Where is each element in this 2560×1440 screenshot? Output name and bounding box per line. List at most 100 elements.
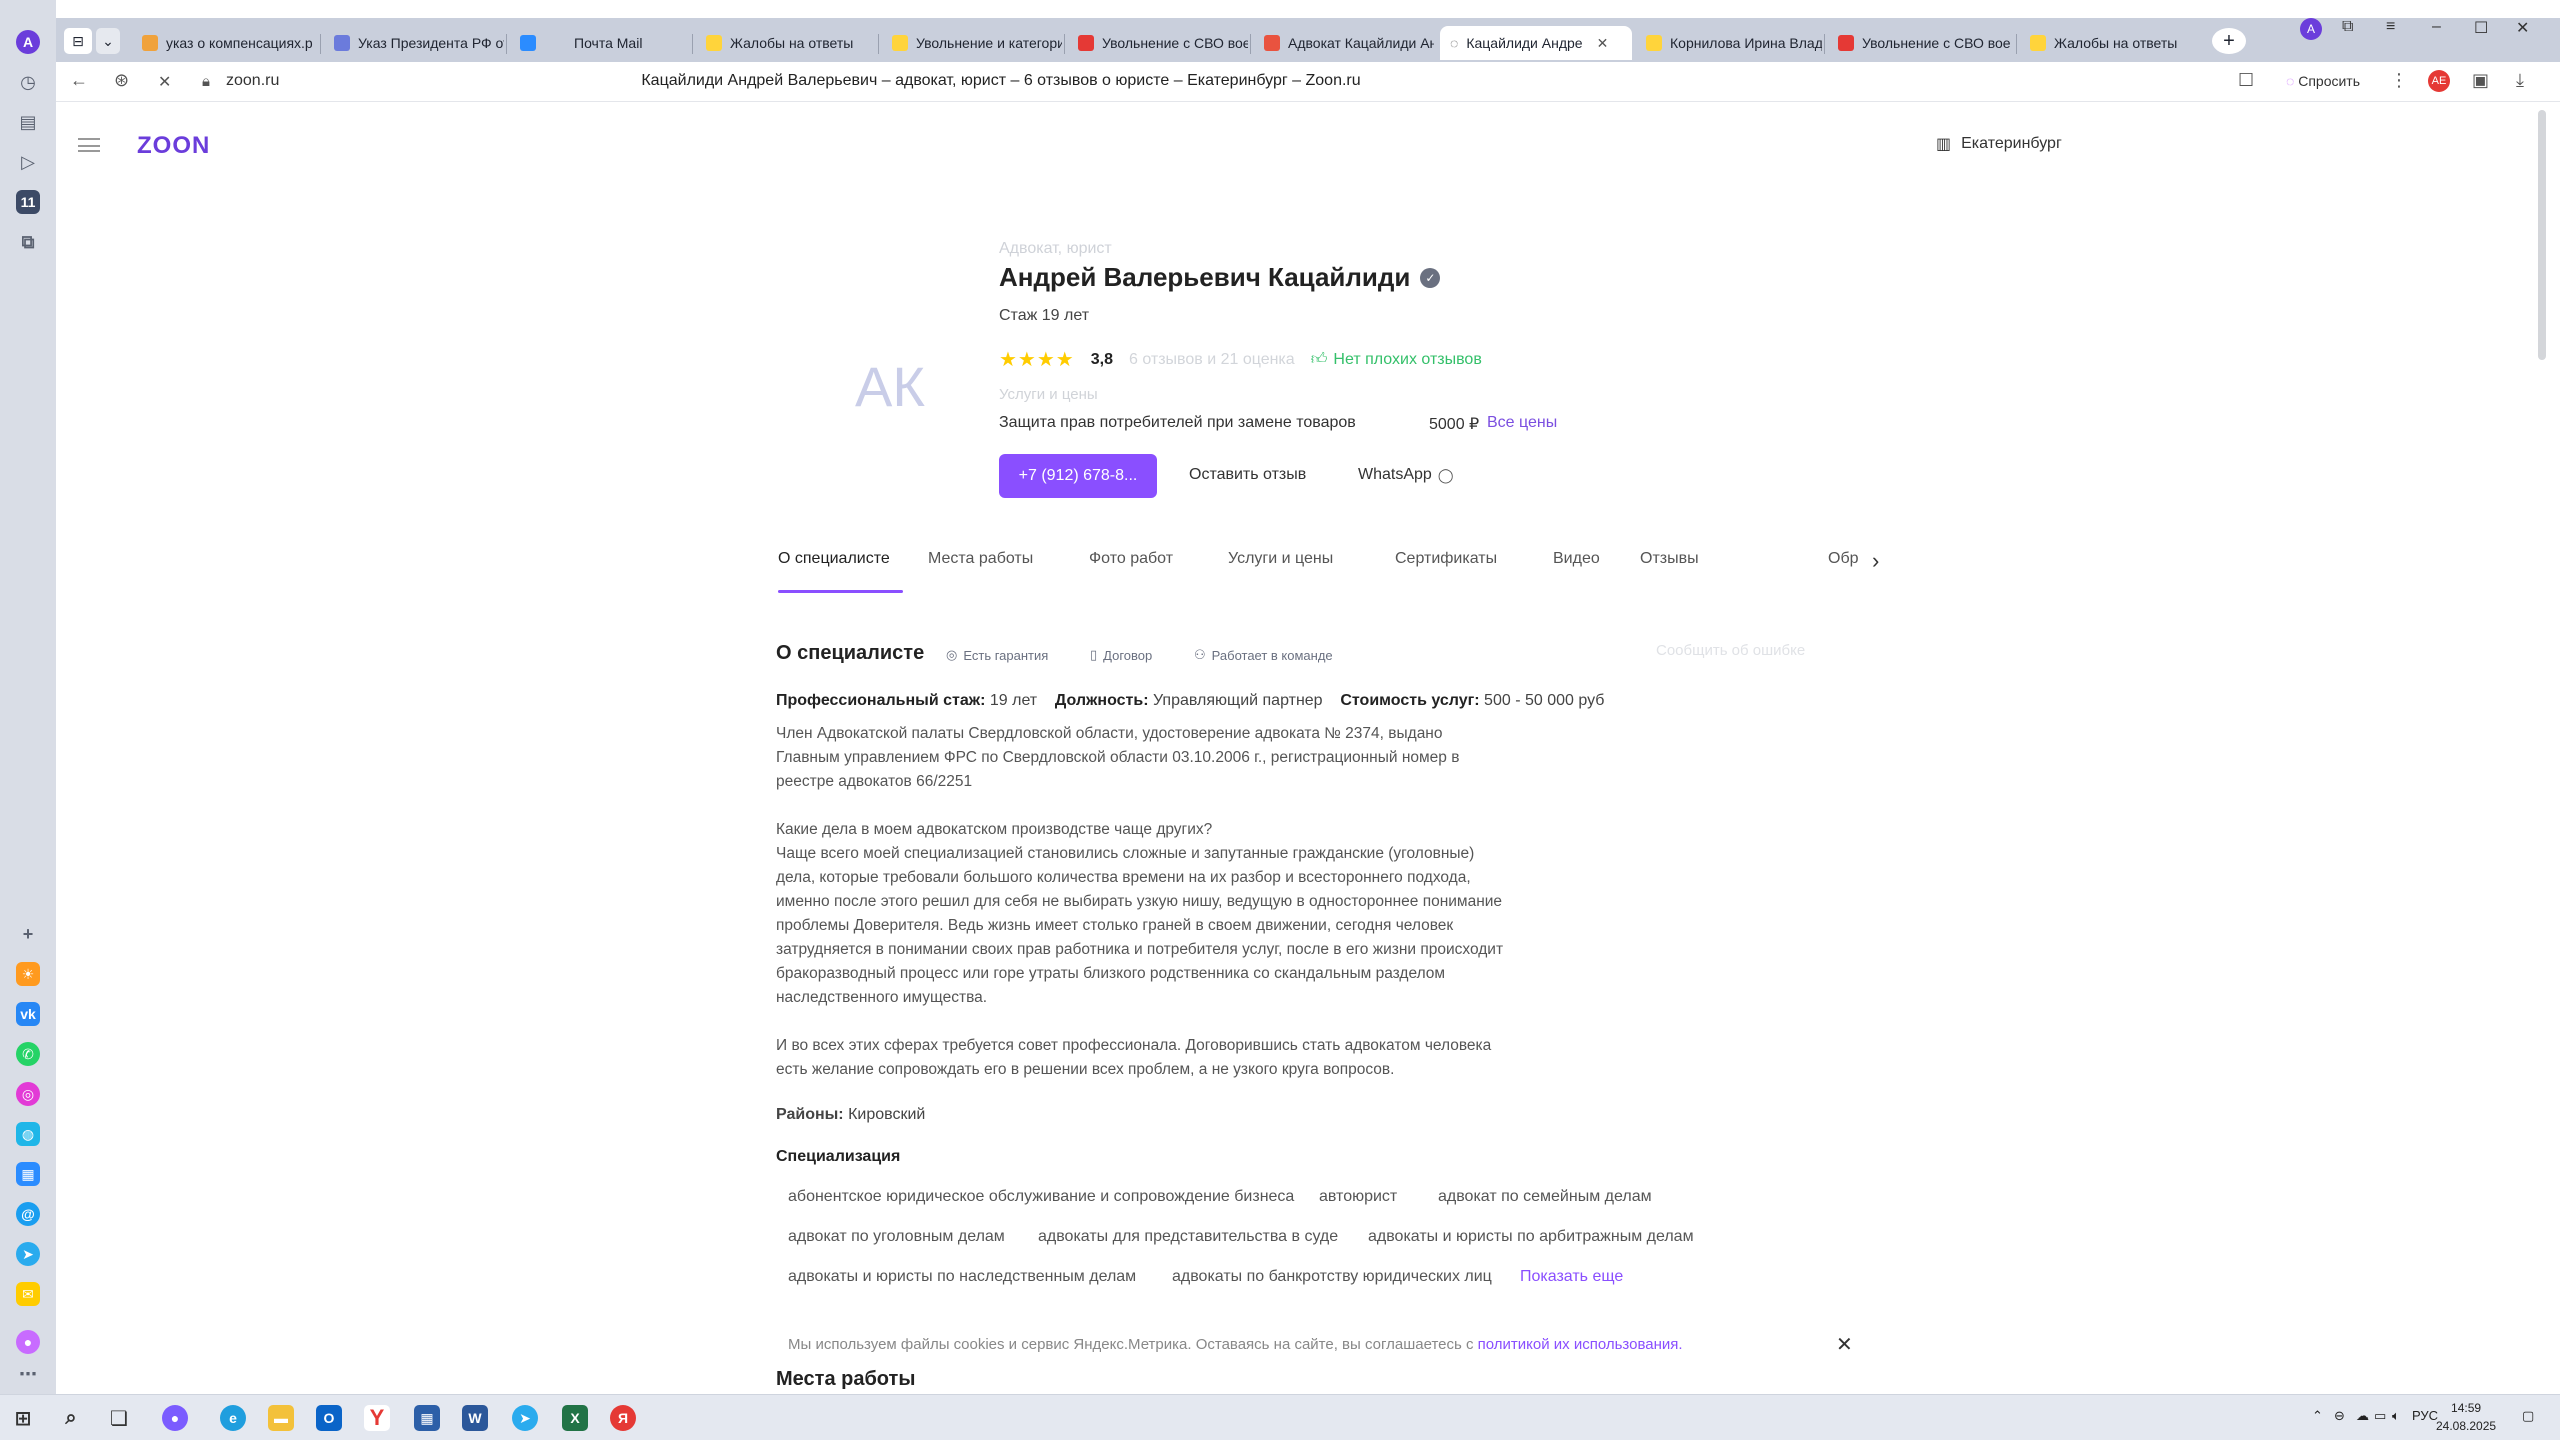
about-paragraph-3: И во всех этих сферах требуется совет пр… — [776, 1037, 1492, 1078]
outlook-icon[interactable]: O — [316, 1405, 342, 1431]
tab-6[interactable]: Увольнение с СВО вое — [1068, 26, 1248, 60]
ask-button[interactable]: ◌ Спросить — [2286, 73, 2360, 89]
info-line: Профессиональный стаж: 19 лет Должность:… — [776, 692, 1605, 709]
close-window-icon[interactable]: ✕ — [2516, 18, 2529, 38]
collections-icon[interactable]: ▤ — [16, 110, 40, 134]
phone-button[interactable]: +7 (912) 678-8... — [999, 454, 1157, 498]
play-icon[interactable]: ▷ — [16, 150, 40, 174]
yandex-icon[interactable]: Я — [610, 1405, 636, 1431]
specialization-tag[interactable]: адвокаты по банкротству юридических лиц — [1160, 1268, 1504, 1286]
tab-certificates[interactable]: Сертификаты — [1395, 550, 1497, 568]
search-icon[interactable]: ⌕ — [58, 1405, 84, 1431]
tab-11[interactable]: Жалобы на ответы — [2020, 26, 2206, 60]
network-icon[interactable]: ▭ — [2374, 1408, 2386, 1424]
calendar-icon[interactable]: 11 — [16, 190, 40, 214]
tab-photos[interactable]: Фото работ — [1089, 550, 1173, 568]
tab-10[interactable]: Увольнение с СВО вое — [1828, 26, 2014, 60]
close-cookie-icon[interactable]: ✕ — [1836, 1332, 1853, 1357]
specialization-tag[interactable]: адвокаты и юристы по арбитражным делам — [1356, 1228, 1706, 1246]
close-tab-icon[interactable]: ✕ — [1597, 35, 1609, 52]
screenshot-icon[interactable]: ⧉ — [16, 230, 40, 254]
tab-active[interactable]: ◌ Кацайлиди Андре ✕ — [1440, 26, 1632, 60]
specialization-tag[interactable]: адвокат по уголовным делам — [776, 1228, 1017, 1246]
history-icon[interactable]: ◷ — [16, 70, 40, 94]
vk-icon[interactable]: vk — [16, 1002, 40, 1026]
page-title-bar: Кацайлиди Андрей Валерьевич – адвокат, ю… — [641, 72, 1361, 89]
specialization-tag[interactable]: адвокаты для представительства в суде — [1026, 1228, 1350, 1246]
profile-avatar-icon[interactable]: A — [16, 30, 40, 54]
excel-icon[interactable]: X — [562, 1405, 588, 1431]
specialization-tag[interactable]: абонентское юридическое обслуживание и с… — [776, 1188, 1306, 1206]
more-icon[interactable]: ⋯ — [16, 1362, 40, 1386]
tab-workplaces[interactable]: Места работы — [928, 550, 1033, 568]
tabs-overview-icon[interactable]: ⊟ — [64, 28, 92, 54]
tab-4[interactable]: Жалобы на ответы — [696, 26, 876, 60]
tab-1[interactable]: указ о компенсациях.р — [132, 26, 318, 60]
specialization-tag[interactable]: адвокаты и юристы по наследственным дела… — [776, 1268, 1148, 1286]
tab-about[interactable]: О специалисте — [778, 550, 890, 568]
extensions-icon[interactable]: ⧉ — [2342, 18, 2353, 36]
tab-5[interactable]: Увольнение и категори — [882, 26, 1062, 60]
weather-app-icon[interactable]: ☀ — [16, 962, 40, 986]
page-scrollbar[interactable] — [2538, 110, 2546, 360]
cloud-icon[interactable]: ☁ — [2356, 1408, 2369, 1424]
show-more-link[interactable]: Показать еще — [1508, 1268, 1635, 1286]
more-vertical-icon[interactable]: ⋮ — [2390, 70, 2408, 91]
minimize-icon[interactable]: – — [2432, 18, 2441, 36]
language-indicator[interactable]: РУС — [2412, 1408, 2438, 1423]
folder-icon[interactable]: ▬ — [268, 1405, 294, 1431]
word-icon[interactable]: W — [462, 1405, 488, 1431]
specialization-tag[interactable]: адвокат по семейным делам — [1426, 1188, 1664, 1206]
tab-reviews[interactable]: Отзывы — [1640, 550, 1699, 568]
whatsapp-icon[interactable]: ✆ — [16, 1042, 40, 1066]
tab-services[interactable]: Услуги и цены — [1228, 550, 1333, 568]
reviews-count-link[interactable]: 6 отзывов и 21 оценка — [1129, 351, 1295, 369]
app-icon[interactable]: ▦ — [414, 1405, 440, 1431]
download-icon[interactable]: ⤓ — [2516, 70, 2524, 91]
tray-app-icon[interactable]: ⊖ — [2334, 1408, 2345, 1424]
report-error-link[interactable]: Сообщить об ошибке — [1656, 642, 1805, 659]
tray-chevron-icon[interactable]: ⌃ — [2312, 1408, 2323, 1424]
add-icon[interactable]: + — [16, 922, 40, 946]
bookmark-icon[interactable]: ☐ — [2238, 70, 2254, 91]
hamburger-menu-icon[interactable] — [78, 138, 100, 152]
account-icon[interactable]: A — [2300, 18, 2322, 40]
start-icon[interactable]: ⊞ — [10, 1405, 36, 1431]
edge-icon[interactable]: e — [220, 1405, 246, 1431]
mail-icon[interactable]: @ — [16, 1202, 40, 1226]
alice-taskbar-icon[interactable]: ● — [162, 1405, 188, 1431]
tab-7[interactable]: Адвокат Кацайлиди Ан — [1254, 26, 1434, 60]
chevron-right-icon[interactable]: › — [1872, 548, 1879, 574]
site-logo[interactable]: ZOON — [137, 132, 210, 160]
maximize-icon[interactable]: ☐ — [2474, 18, 2488, 38]
clock[interactable]: 14:59 24.08.2025 — [2436, 1399, 2496, 1435]
menu-icon[interactable]: ≡ — [2386, 18, 2395, 36]
messenger-icon[interactable]: ◍ — [16, 1122, 40, 1146]
tab-more[interactable]: Обр — [1828, 550, 1859, 568]
tab-9[interactable]: Корнилова Ирина Влад — [1636, 26, 1822, 60]
tab-3[interactable]: Почта Mail — [510, 26, 690, 60]
alice-icon[interactable]: ● — [16, 1330, 40, 1354]
city-selector[interactable]: ▥ Екатеринбург — [1936, 134, 2062, 154]
telegram-taskbar-icon[interactable]: ➤ — [512, 1405, 538, 1431]
whatsapp-button[interactable]: WhatsApp ◯ — [1358, 466, 1453, 484]
new-tab-button[interactable]: + — [2212, 28, 2246, 54]
volume-icon[interactable]: 🔈︎ — [2392, 1408, 2400, 1424]
apps-icon[interactable]: ▦ — [16, 1162, 40, 1186]
extension-badge-icon[interactable]: AE — [2428, 70, 2450, 92]
telegram-icon[interactable]: ➤ — [16, 1242, 40, 1266]
reader-icon[interactable]: ▣ — [2472, 70, 2489, 91]
tab-favicon — [1838, 35, 1854, 51]
yandex-browser-icon[interactable]: Y — [364, 1405, 390, 1431]
cookie-policy-link[interactable]: политикой их использования. — [1478, 1336, 1683, 1353]
notes-icon[interactable]: ✉ — [16, 1282, 40, 1306]
specialization-tag[interactable]: автоюрист — [1307, 1188, 1409, 1206]
notifications-icon[interactable]: ▢ — [2522, 1408, 2534, 1424]
music-icon[interactable]: ◎ — [16, 1082, 40, 1106]
chevron-down-icon[interactable]: ⌄ — [96, 28, 120, 54]
task-view-icon[interactable]: ❏ — [106, 1405, 132, 1431]
tab-2[interactable]: Указ Президента РФ от — [324, 26, 504, 60]
tab-video[interactable]: Видео — [1553, 550, 1600, 568]
leave-review-button[interactable]: Оставить отзыв — [1189, 466, 1306, 484]
all-prices-link[interactable]: Все цены — [1487, 414, 1557, 432]
